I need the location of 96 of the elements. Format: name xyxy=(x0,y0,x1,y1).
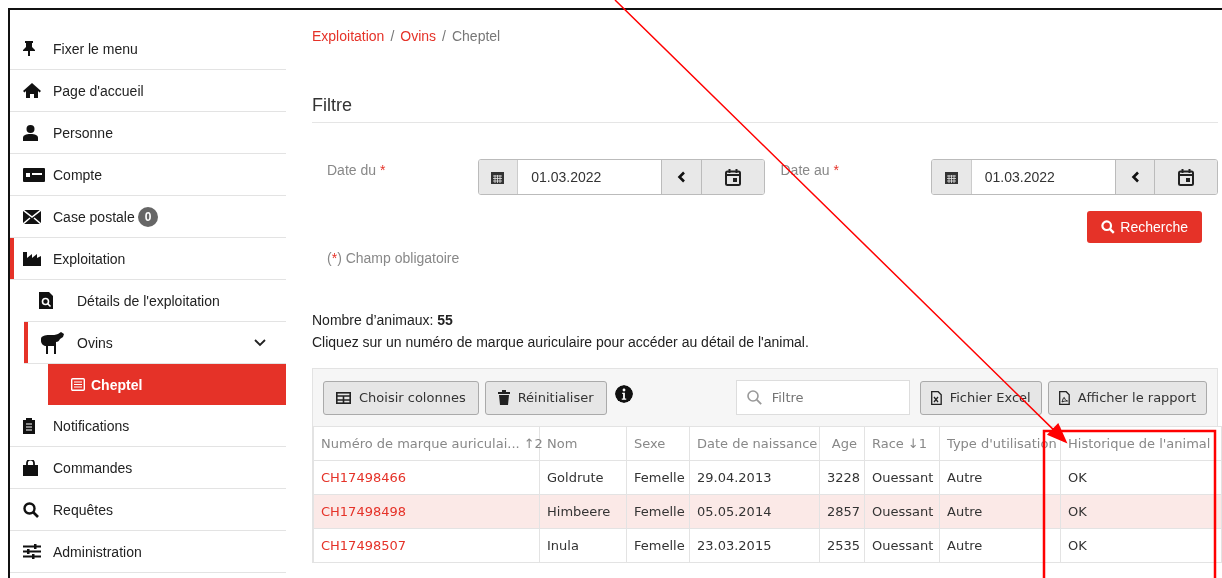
hint-text: Cliquez sur un numéro de marque auriculaire pour accéder au détail de l'animal. xyxy=(312,333,810,352)
home-icon xyxy=(23,83,41,98)
toolbar-button[interactable]: Réinitialiser xyxy=(484,380,607,415)
clipboard-icon xyxy=(23,417,35,434)
breadcrumb-separator: / xyxy=(390,28,395,44)
column-header[interactable]: Sexe xyxy=(626,426,690,461)
sidebar-item[interactable]: Case postale 0 xyxy=(10,196,286,238)
search-icon xyxy=(746,390,762,405)
table-cell: Ouessant xyxy=(872,538,934,553)
sheep-icon xyxy=(39,330,65,355)
sidebar-item[interactable]: Requêtes xyxy=(10,489,286,531)
column-header[interactable]: Historique de l'animal xyxy=(1060,426,1222,461)
sidebar-item-selected[interactable]: Cheptel xyxy=(48,364,286,405)
breadcrumb-current: Cheptel xyxy=(451,28,501,44)
calendar-icon xyxy=(1178,168,1195,186)
table-cell: Ouessant xyxy=(872,504,934,519)
table-row[interactable]: CH17498507 Inula Femelle 23.03.2015 2535 Ouessant Autre OK xyxy=(313,528,1222,563)
column-header[interactable]: Numéro de marque auriculai... ↑2 xyxy=(313,426,540,461)
sidebar-item[interactable]: Compte xyxy=(10,154,286,196)
date-picker[interactable]: 01.03.2022 xyxy=(931,159,1218,195)
ear-tag-link[interactable]: CH17498466 xyxy=(321,470,407,485)
table-cell: Autre xyxy=(947,504,983,519)
breadcrumb-separator: / xyxy=(442,28,446,44)
table-cell: OK xyxy=(1068,538,1087,553)
calendar-button[interactable] xyxy=(478,160,519,194)
sidebar-item[interactable]: Fixer le menu xyxy=(10,28,286,70)
search-icon xyxy=(1101,220,1116,234)
sidebar-item[interactable]: Personne xyxy=(10,112,286,154)
animal-count: Nombre d’animaux: 55 xyxy=(312,311,454,330)
calendar-icon xyxy=(944,170,958,184)
info-icon[interactable] xyxy=(614,384,633,403)
table-cell: OK xyxy=(1068,504,1087,519)
sidebar-item[interactable]: Commandes xyxy=(10,447,286,489)
required-note: (*) Champ obligatoire xyxy=(326,250,460,266)
table-cell: 05.05.2014 xyxy=(697,504,772,519)
ear-tag-link[interactable]: CH17498498 xyxy=(321,504,407,519)
previous-day-button[interactable] xyxy=(661,160,701,194)
table-cell: Inula xyxy=(547,538,579,553)
toolbar-button[interactable]: Afficher le rapport xyxy=(1047,380,1207,415)
date-picker-button[interactable] xyxy=(700,160,764,194)
count-badge: 0 xyxy=(137,206,159,227)
shopping-bag-icon xyxy=(23,459,38,476)
sidebar-item[interactable]: Exploitation xyxy=(10,238,286,280)
chevron-left-icon xyxy=(1130,171,1140,183)
ear-tag-link[interactable]: CH17498507 xyxy=(321,538,407,553)
table-cell: Autre xyxy=(947,470,983,485)
previous-day-button[interactable] xyxy=(1114,160,1155,194)
table-row-highlighted[interactable]: CH17498498 Himbeere Femelle 05.05.2014 2857 Ouessant Autre OK xyxy=(313,494,1222,529)
table-cell: 23.03.2015 xyxy=(697,538,772,553)
table-row[interactable]: CH17498466 Goldrute Femelle 29.04.2013 3228 Ouessant Autre OK xyxy=(313,460,1222,495)
sidebar-item[interactable]: Détails de l'exploitation xyxy=(24,280,286,322)
table-cell: Autre xyxy=(947,538,983,553)
table-cell: OK xyxy=(1068,470,1087,485)
column-header[interactable]: Date de naissance xyxy=(689,426,820,461)
document-search-icon xyxy=(39,292,53,309)
user-icon xyxy=(23,124,38,141)
table-cell: Ouessant xyxy=(872,470,934,485)
money-card-icon xyxy=(23,167,45,182)
excel-file-icon xyxy=(930,390,942,405)
table-cell: 29.04.2013 xyxy=(697,470,772,485)
calendar-button[interactable] xyxy=(932,160,972,194)
table-cell: Himbeere xyxy=(547,504,611,519)
sidebar-item[interactable]: Administration xyxy=(10,531,286,573)
breadcrumb-link[interactable]: Ovins xyxy=(400,28,437,44)
search-button[interactable]: Recherche xyxy=(1087,211,1202,243)
sliders-icon xyxy=(23,544,41,559)
table-cell: 2535 xyxy=(827,538,861,553)
column-header[interactable]: Race ↓1 xyxy=(864,426,940,461)
sidebar-item[interactable]: Page d'accueil xyxy=(10,70,286,112)
section-title: Filtre xyxy=(312,89,1218,123)
calendar-icon xyxy=(491,170,505,184)
envelope-icon xyxy=(23,209,41,224)
search-input[interactable]: Filtre xyxy=(769,389,884,406)
field-label: Date du * xyxy=(327,161,386,178)
toolbar-button[interactable]: Choisir colonnes xyxy=(323,380,479,415)
breadcrumb-link[interactable]: Exploitation xyxy=(312,28,385,44)
sidebar-item[interactable]: Notifications xyxy=(10,405,286,447)
table-cell: 3228 xyxy=(827,470,861,485)
search-icon xyxy=(23,501,39,518)
table-cell: Femelle xyxy=(634,470,685,485)
date-picker-button[interactable] xyxy=(1154,160,1217,194)
trash-icon xyxy=(497,390,510,405)
calendar-icon xyxy=(724,168,741,186)
table-cell: Goldrute xyxy=(547,470,604,485)
pdf-file-icon xyxy=(1058,390,1070,405)
list-icon xyxy=(71,378,85,391)
table-cell: Femelle xyxy=(634,538,685,553)
table-cell: 2857 xyxy=(827,504,861,519)
chevron-left-icon xyxy=(677,171,687,183)
table-cell: Femelle xyxy=(634,504,685,519)
factory-icon xyxy=(23,251,41,266)
table-icon xyxy=(336,391,351,404)
date-picker[interactable]: 01.03.2022 xyxy=(477,159,765,195)
filter-search-field[interactable]: Filtre xyxy=(735,380,910,415)
pin-icon xyxy=(23,41,35,56)
column-header[interactable]: Age xyxy=(819,426,865,461)
